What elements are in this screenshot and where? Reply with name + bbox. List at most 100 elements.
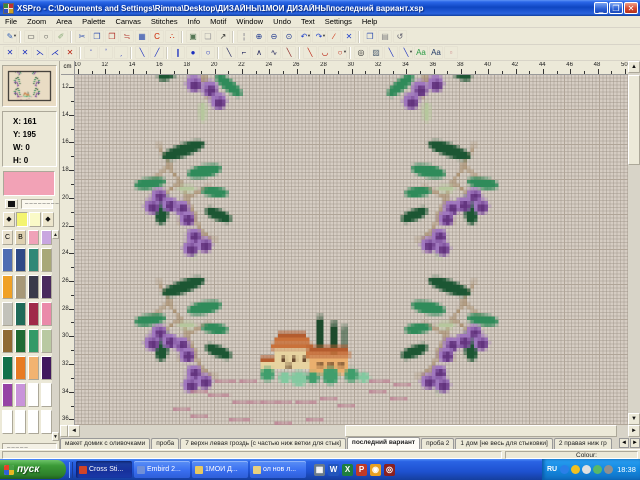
pencil-tool-button[interactable]: ✎▼ (3, 30, 17, 43)
mirror-button[interactable]: ≒ (120, 30, 134, 43)
palette-swatch[interactable] (28, 410, 39, 434)
scroll-up-button[interactable]: ▲ (628, 61, 640, 73)
palette-swatch[interactable] (15, 248, 26, 272)
import-image-button[interactable]: ▨ (369, 46, 383, 59)
start-button[interactable]: пуск (0, 460, 66, 479)
palette-swatch[interactable] (41, 410, 52, 434)
backstitch-3-button[interactable]: ∧ (252, 46, 266, 59)
menu-area[interactable]: Area (51, 17, 77, 26)
cut-button[interactable]: ✂ (75, 30, 89, 43)
scroll-right-button[interactable]: ► (628, 425, 640, 437)
messenger-icon[interactable]: ◉ (370, 464, 381, 476)
scatter-button[interactable]: ∴ (165, 30, 179, 43)
edit-points-button[interactable]: ✐ (54, 30, 68, 43)
rotate-page-button[interactable]: ↺ (393, 30, 407, 43)
rect-select-button[interactable]: ▭ (24, 30, 38, 43)
palette-swatch[interactable] (2, 356, 13, 380)
long-stitch-button[interactable]: ╲ (303, 46, 317, 59)
pattern-tab-2[interactable]: проба (151, 438, 179, 449)
menu-help[interactable]: Help (357, 17, 382, 26)
needle-down-button[interactable]: ╲ (384, 46, 398, 59)
pattern-tab-6[interactable]: 1 дом [не весь для стыковки] (455, 438, 552, 449)
vertical-scrollbar[interactable]: ▲ ▼ (628, 61, 640, 425)
full-stitch-button[interactable]: ✕ (3, 46, 17, 59)
calculator-icon[interactable]: ▦ (314, 464, 325, 476)
export-image-button[interactable]: ▣ (186, 30, 200, 43)
pattern-tab-5[interactable]: проба 2 (421, 438, 454, 449)
menu-text[interactable]: Text (296, 17, 320, 26)
palette-swatch[interactable] (2, 383, 13, 407)
palette-swatch[interactable] (2, 302, 13, 326)
palette-swatch[interactable] (41, 230, 52, 245)
paste-button[interactable]: ❒ (105, 30, 119, 43)
menu-zoom[interactable]: Zoom (22, 17, 51, 26)
find-color-button[interactable]: ◎ (354, 46, 368, 59)
horizontal-scrollbar[interactable]: ◄ ► (60, 425, 640, 437)
palette-swatch[interactable] (28, 383, 39, 407)
design-preview[interactable] (2, 65, 57, 107)
dropdown-arrow-icon[interactable]: ▼ (322, 30, 326, 42)
menu-settings[interactable]: Settings (320, 17, 357, 26)
pointer-button[interactable]: ↗ (216, 30, 230, 43)
pattern-tab-7[interactable]: 2 правая ниж гр (554, 438, 612, 449)
menu-palette[interactable]: Palette (77, 17, 110, 26)
palette-swatch[interactable] (28, 230, 39, 245)
zoom-in-button[interactable]: ⊕ (252, 30, 266, 43)
dropdown-arrow-icon[interactable]: ▼ (343, 46, 347, 58)
palette-swatch[interactable] (28, 248, 39, 272)
palette-swatch[interactable] (2, 275, 13, 299)
pattern-tab-4[interactable]: последний вариант (347, 437, 420, 449)
palette-swatch[interactable] (41, 248, 52, 272)
task-button-2[interactable]: Embird 2... (134, 461, 190, 478)
fabric-canvas-area[interactable] (75, 75, 628, 425)
tray-icon[interactable] (582, 465, 591, 474)
menu-info[interactable]: Info (183, 17, 206, 26)
minimize-button[interactable]: _ (594, 2, 608, 14)
needle-up-button[interactable]: ╲▼ (399, 46, 413, 59)
window-titlebar[interactable]: XSPro - C:\Documents and Settings\Rimma\… (0, 0, 640, 16)
black-color-button[interactable] (5, 199, 18, 209)
taskbar-clock[interactable]: 18:38 (617, 465, 636, 474)
palette-swatch[interactable] (41, 275, 52, 299)
preview-window-button[interactable]: ❏ (201, 30, 215, 43)
pattern-grid-button[interactable]: ▦ (135, 30, 149, 43)
palette-scroll-up[interactable]: ▲ (52, 230, 59, 239)
half-stitch-back-button[interactable]: ╲ (135, 46, 149, 59)
tray-icon[interactable] (571, 465, 580, 474)
tray-icon[interactable] (560, 465, 569, 474)
french-knot-button[interactable]: ● (186, 46, 200, 59)
menu-canvas[interactable]: Canvas (110, 17, 145, 26)
mode-yellow-button[interactable] (16, 212, 28, 227)
new-page-button[interactable]: ▤ (378, 30, 392, 43)
player-icon[interactable]: ◎ (384, 464, 395, 476)
lasso-select-button[interactable]: ○ (39, 30, 53, 43)
paste-special-button[interactable]: ❐ (363, 30, 377, 43)
palette-swatch[interactable] (41, 329, 52, 353)
redo-button[interactable]: ↷▼ (312, 30, 326, 43)
design-canvas[interactable] (75, 75, 628, 425)
palette-swatch[interactable] (15, 329, 26, 353)
mode-diamond-1-button[interactable]: ◆ (3, 212, 15, 227)
task-button-1[interactable]: Cross Sti... (76, 461, 132, 478)
palette-swatch[interactable] (2, 410, 13, 434)
backstitch-1-button[interactable]: ╲ (222, 46, 236, 59)
tray-icon[interactable] (593, 465, 602, 474)
palette-swatch[interactable] (15, 275, 26, 299)
backstitch-4-button[interactable]: ∿ (267, 46, 281, 59)
close-button[interactable]: ✕ (624, 2, 638, 14)
current-color-swatch[interactable] (3, 171, 55, 196)
delete-stitch-button[interactable]: ✕ (342, 30, 356, 43)
dropdown-arrow-icon[interactable]: ▼ (13, 30, 17, 42)
mode-diamond-2-button[interactable]: ◆ (42, 212, 54, 227)
petite-stitch-button[interactable]: ✕ (63, 46, 77, 59)
palette-scrollbar[interactable]: ▲▼ (52, 230, 59, 441)
draw-line-button[interactable]: ∕ (327, 30, 341, 43)
palette-swatch[interactable] (15, 356, 26, 380)
palette-mode-c[interactable]: C (2, 230, 13, 245)
palette-swatch[interactable] (41, 383, 52, 407)
quarter-mark-2-button[interactable]: ʼ (99, 46, 113, 59)
palette-mode-b[interactable]: B (15, 230, 26, 245)
taskbar-handle[interactable] (69, 462, 73, 478)
three-quarter-stitch-button[interactable]: ✕ (18, 46, 32, 59)
palette-swatch[interactable] (2, 329, 13, 353)
